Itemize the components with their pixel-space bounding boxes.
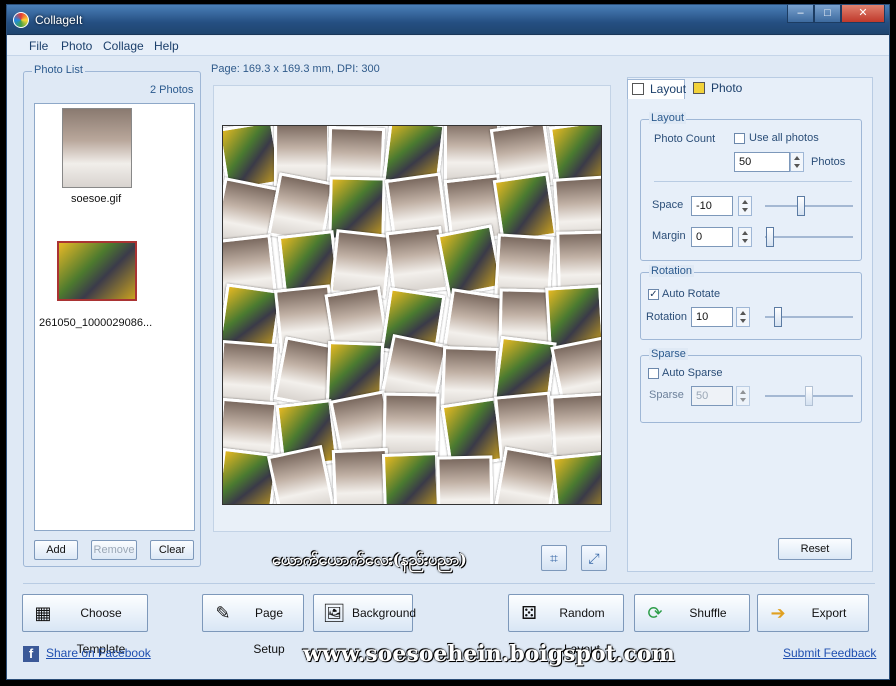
sparse-input[interactable]: 50 (691, 386, 733, 406)
space-label: Space (652, 199, 684, 211)
minimize-button[interactable]: – (787, 5, 814, 23)
clear-photos-button[interactable]: Clear (150, 540, 194, 560)
rotation-stepper[interactable] (736, 307, 750, 327)
sparse-group-title: Sparse (649, 348, 688, 360)
collage-tile (549, 391, 601, 460)
choose-template-button[interactable]: ▦ Choose Template (22, 594, 148, 656)
margin-slider-track[interactable] (765, 236, 853, 238)
collage-tile (381, 451, 441, 504)
margin-input[interactable]: 0 (691, 227, 733, 247)
rotation-group-title: Rotation (649, 265, 694, 277)
page-setup-button[interactable]: ✎ Page Setup (202, 594, 304, 656)
photo-list-title: Photo List (32, 64, 85, 76)
crop-icon[interactable]: ⌗ (541, 545, 567, 571)
menu-bar: File Photo Collage Help (7, 36, 889, 56)
share-facebook-link[interactable]: Share on Facebook (46, 646, 151, 660)
divider (654, 181, 852, 182)
title-bar: CollageIt – □ ✕ (7, 5, 889, 35)
rotation-slider-thumb[interactable] (774, 307, 782, 327)
use-all-photos-checkbox[interactable] (734, 133, 745, 144)
menu-collage[interactable]: Collage (103, 39, 144, 53)
rotation-group: Rotation (640, 265, 862, 340)
space-slider-thumb[interactable] (797, 196, 805, 216)
margin-label: Margin (652, 230, 686, 242)
reset-button[interactable]: Reset (778, 538, 852, 560)
template-icon: ▦ (34, 603, 52, 623)
photo-count-stepper[interactable] (790, 152, 804, 172)
shuffle-label: Shuffle (689, 606, 727, 620)
rotation-label: Rotation (646, 311, 687, 323)
margin-stepper[interactable] (738, 227, 752, 247)
photo-list[interactable]: soesoe.gif 261050_1000029086... (34, 103, 195, 531)
website-watermark: www.soesoehein.boigspot.com (303, 641, 675, 667)
page-info: Page: 169.3 x 169.3 mm, DPI: 300 (211, 63, 380, 75)
maximize-button[interactable]: □ (814, 5, 841, 23)
facebook-icon[interactable]: f (23, 646, 39, 662)
tab-layout[interactable]: Layout (627, 79, 687, 99)
divider (23, 583, 875, 584)
photo-item-label: 261050_1000029086... (39, 317, 153, 329)
tab-photo-label: Photo (711, 81, 743, 95)
export-icon: ➔ (770, 603, 786, 623)
collage-tile (494, 446, 561, 504)
collage-tile (551, 451, 601, 504)
overlay-caption: ယောက်ယောက်လေး(နည်းပညာ) (272, 550, 467, 569)
auto-sparse-checkbox[interactable] (648, 368, 659, 379)
photo-count-input[interactable]: 50 (734, 152, 790, 172)
space-slider-track[interactable] (765, 205, 853, 207)
collage-tile (382, 392, 440, 458)
background-icon: 🖼 (322, 603, 346, 623)
menu-photo[interactable]: Photo (61, 39, 92, 53)
photo-count-label: Photo Count (654, 133, 716, 145)
photo-item-label: soesoe.gif (71, 193, 122, 205)
use-all-photos-label: Use all photos (749, 132, 819, 144)
tab-photo[interactable]: Photo (689, 79, 747, 99)
auto-sparse-label: Auto Sparse (662, 367, 723, 379)
space-input[interactable]: -10 (691, 196, 733, 216)
collage-tile (436, 454, 494, 504)
menu-file[interactable]: File (29, 39, 48, 53)
shuffle-button[interactable]: ⟳ Shuffle (634, 594, 750, 632)
space-stepper[interactable] (738, 196, 752, 216)
window-title: CollageIt (35, 13, 83, 27)
close-button[interactable]: ✕ (841, 5, 885, 23)
sparse-label: Sparse (649, 389, 684, 401)
app-window: CollageIt – □ ✕ File Photo Collage Help … (6, 4, 890, 680)
collage-tile (435, 224, 504, 298)
random-layout-button[interactable]: ⚄ Random Layout (508, 594, 624, 656)
window-controls: – □ ✕ (787, 5, 885, 25)
export-label: Export (811, 606, 847, 620)
add-photo-button[interactable]: Add (34, 540, 78, 560)
menu-help[interactable]: Help (154, 39, 179, 53)
photo-icon (693, 82, 705, 94)
page-setup-icon: ✎ (215, 603, 231, 623)
layout-group-title: Layout (649, 112, 687, 124)
photo-thumbnail-1[interactable] (62, 108, 132, 188)
sparse-stepper[interactable] (736, 386, 750, 406)
collage-preview[interactable] (222, 125, 602, 505)
photos-unit-label: Photos (811, 156, 846, 168)
sparse-slider-thumb[interactable] (805, 386, 813, 406)
remove-photo-button[interactable]: Remove (91, 540, 137, 560)
rotation-input[interactable]: 10 (691, 307, 733, 327)
shuffle-icon: ⟳ (647, 603, 663, 623)
margin-slider-thumb[interactable] (766, 227, 774, 247)
auto-rotate-label: Auto Rotate (662, 288, 721, 300)
photo-thumbnail-2[interactable] (57, 241, 137, 301)
auto-rotate-checkbox[interactable]: ✓ (648, 289, 659, 300)
dice-icon: ⚄ (521, 603, 537, 623)
export-button[interactable]: ➔ Export (757, 594, 869, 632)
background-button[interactable]: 🖼 Background (313, 594, 417, 632)
tab-layout-label: Layout (650, 82, 687, 96)
submit-feedback-link[interactable]: Submit Feedback (783, 646, 876, 660)
fit-screen-icon[interactable]: ⤢ (581, 545, 607, 571)
layout-icon (632, 83, 644, 95)
background-label: Background (352, 606, 417, 620)
collageit-logo-icon (13, 12, 29, 28)
photo-count-label: 2 Photos (150, 84, 194, 96)
page-setup-label: Page Setup (253, 606, 285, 656)
